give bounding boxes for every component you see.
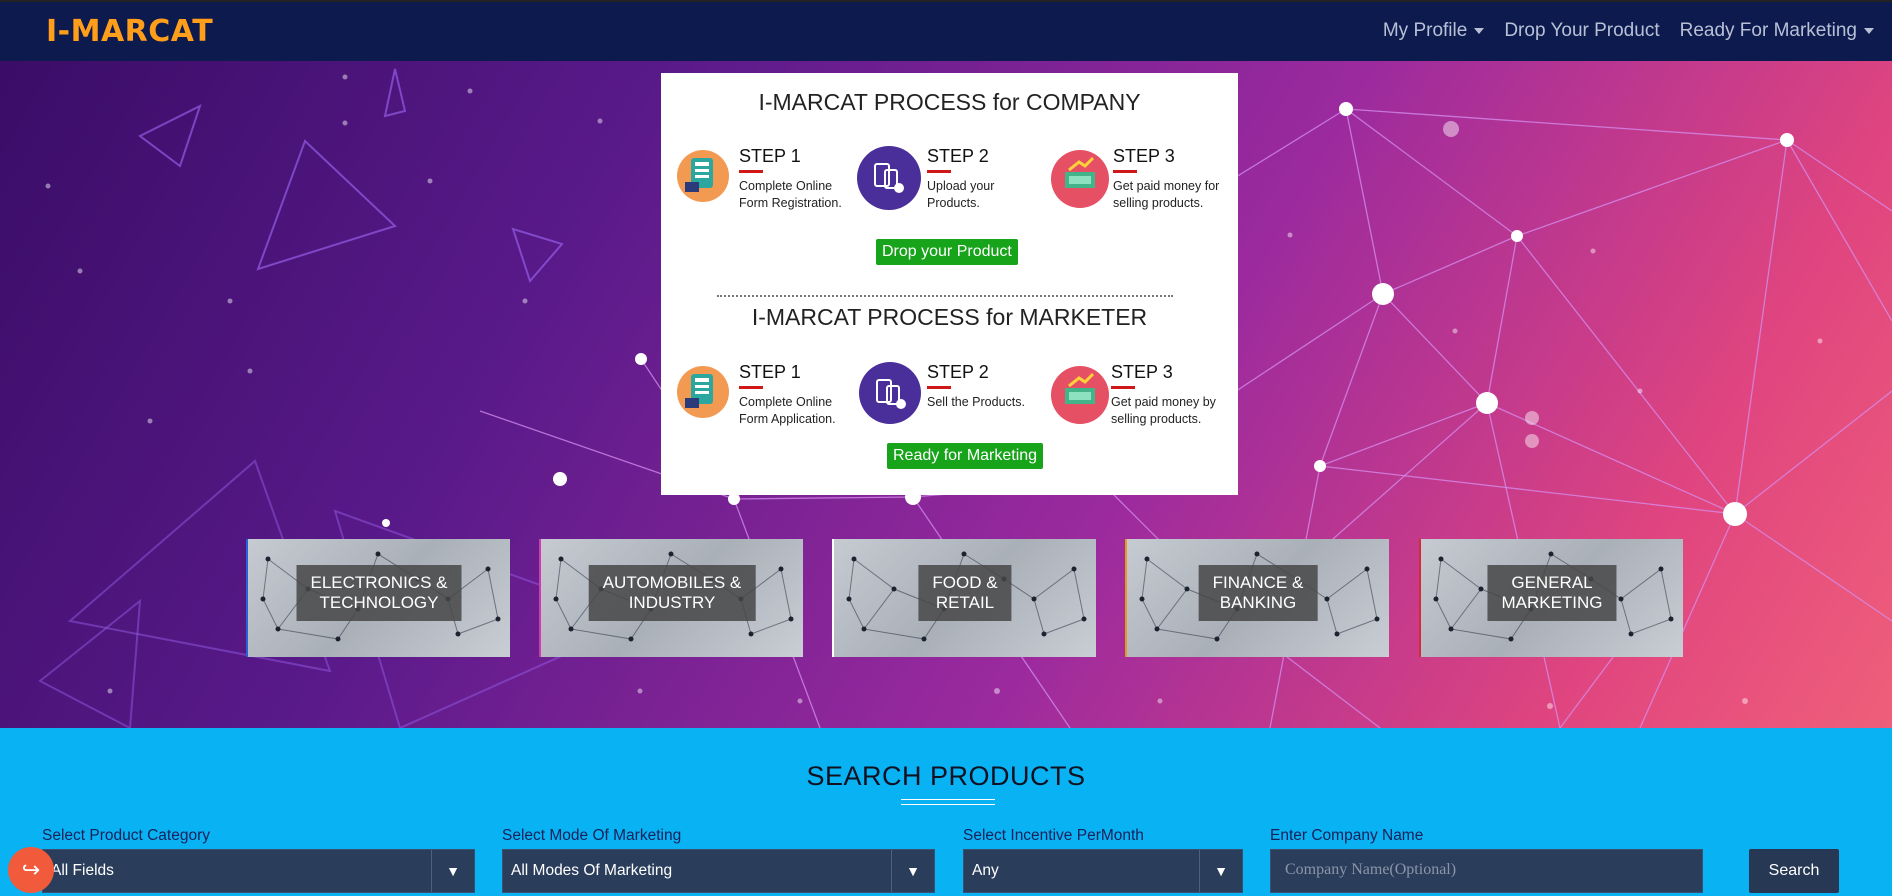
step-title: STEP 2 [927, 362, 989, 382]
step-underline [927, 386, 951, 389]
money-icon [1051, 366, 1109, 424]
nav-drop-product[interactable]: Drop Your Product [1504, 20, 1659, 42]
step-text: Get paid money by selling products. [1111, 395, 1216, 426]
ready-marketing-button[interactable]: Ready for Marketing [887, 443, 1044, 469]
category-label: AUTOMOBILES & INDUSTRY [588, 565, 756, 621]
company-name-input[interactable]: Company Name(Optional) [1270, 849, 1703, 893]
category-food[interactable]: FOOD & RETAIL [832, 539, 1096, 657]
nav-menu: My Profile Drop Your Product Ready For M… [1383, 20, 1874, 42]
nav-ready-marketing[interactable]: Ready For Marketing [1680, 20, 1874, 42]
nav-my-profile-label: My Profile [1382, 20, 1468, 41]
dropdown-arrow-icon: ▼ [431, 850, 474, 892]
caret-down-icon [1864, 28, 1874, 34]
marketer-step-2: STEP 2 Sell the Products. [859, 362, 1031, 442]
step-title: STEP 1 [739, 362, 801, 382]
step-text: Complete Online Form Application. [739, 395, 836, 426]
company-step-2: STEP 2 Upload your Products. [857, 146, 1031, 226]
process-infographic: I-MARCAT PROCESS for COMPANY STEP 1 Comp… [661, 73, 1238, 495]
marketer-process-title: I-MARCAT PROCESS for MARKETER [751, 304, 1148, 330]
share-icon[interactable]: ↪ [8, 847, 54, 893]
marketer-step-1: STEP 1 Complete Online Form Application. [677, 362, 847, 442]
company-input-label: Enter Company Name [1270, 827, 1424, 844]
title-underline [901, 799, 995, 805]
drop-product-button[interactable]: Drop your Product [876, 239, 1018, 265]
category-automobiles[interactable]: AUTOMOBILES & INDUSTRY [539, 539, 803, 657]
category-label: FOOD & RETAIL [918, 565, 1012, 621]
incentive-select-value: Any [972, 862, 999, 879]
search-section: SEARCH PRODUCTS Select Product Category … [0, 728, 1892, 896]
category-select-value: All Fields [51, 862, 114, 879]
nav-drop-product-label: Drop Your Product [1504, 20, 1660, 41]
mode-select-label: Select Mode Of Marketing [502, 827, 682, 844]
nav-my-profile[interactable]: My Profile [1382, 20, 1485, 42]
incentive-select-label: Select Incentive PerMonth [963, 827, 1144, 844]
category-label: ELECTRONICS & TECHNOLOGY [296, 565, 462, 621]
category-label: FINANCE & BANKING [1198, 565, 1318, 621]
mode-select-value: All Modes Of Marketing [511, 862, 673, 879]
nav-ready-marketing-label: Ready For Marketing [1679, 20, 1857, 41]
step-text: Complete Online Form Registration. [739, 179, 842, 210]
category-select[interactable]: All Fields ▼ [42, 849, 475, 893]
step-text: Sell the Products. [927, 395, 1025, 409]
category-label: GENERAL MARKETING [1487, 565, 1617, 621]
marketer-step-3: STEP 3 Get paid money by selling product… [1051, 362, 1221, 442]
sell-mobile-icon [859, 362, 921, 424]
step-underline [739, 170, 763, 173]
step-title: STEP 1 [739, 146, 801, 166]
step-text: Upload your Products. [927, 179, 995, 210]
step-text: Get paid money for selling products. [1113, 179, 1220, 210]
top-navbar: I-MARCAT My Profile Drop Your Product Re… [0, 0, 1892, 61]
company-name-placeholder: Company Name(Optional) [1285, 861, 1457, 878]
search-button[interactable]: Search [1749, 849, 1839, 893]
caret-down-icon [1474, 28, 1485, 34]
dropdown-arrow-icon: ▼ [891, 850, 934, 892]
dropdown-arrow-icon: ▼ [1199, 850, 1242, 892]
mode-select[interactable]: All Modes Of Marketing ▼ [502, 849, 935, 893]
incentive-select[interactable]: Any ▼ [963, 849, 1243, 893]
upload-mobile-icon [857, 146, 921, 210]
company-process-title: I-MARCAT PROCESS for COMPANY [758, 89, 1141, 115]
search-title: SEARCH PRODUCTS [806, 761, 1086, 791]
step-underline [1111, 386, 1135, 389]
money-icon [1051, 150, 1109, 208]
step-underline [739, 386, 763, 389]
brand-logo[interactable]: I-MARCAT [46, 14, 213, 49]
category-general-marketing[interactable]: GENERAL MARKETING [1419, 539, 1683, 657]
registration-form-icon [677, 366, 729, 418]
category-select-label: Select Product Category [42, 827, 211, 844]
category-finance[interactable]: FINANCE & BANKING [1125, 539, 1389, 657]
category-electronics[interactable]: ELECTRONICS & TECHNOLOGY [246, 539, 510, 657]
step-underline [1113, 170, 1137, 173]
company-step-3: STEP 3 Get paid money for selling produc… [1051, 146, 1221, 226]
step-title: STEP 3 [1111, 362, 1173, 382]
step-title: STEP 3 [1113, 146, 1175, 166]
process-divider [717, 295, 1173, 297]
step-underline [927, 170, 951, 173]
registration-form-icon [677, 150, 729, 202]
company-step-1: STEP 1 Complete Online Form Registration… [677, 146, 847, 226]
step-title: STEP 2 [927, 146, 989, 166]
